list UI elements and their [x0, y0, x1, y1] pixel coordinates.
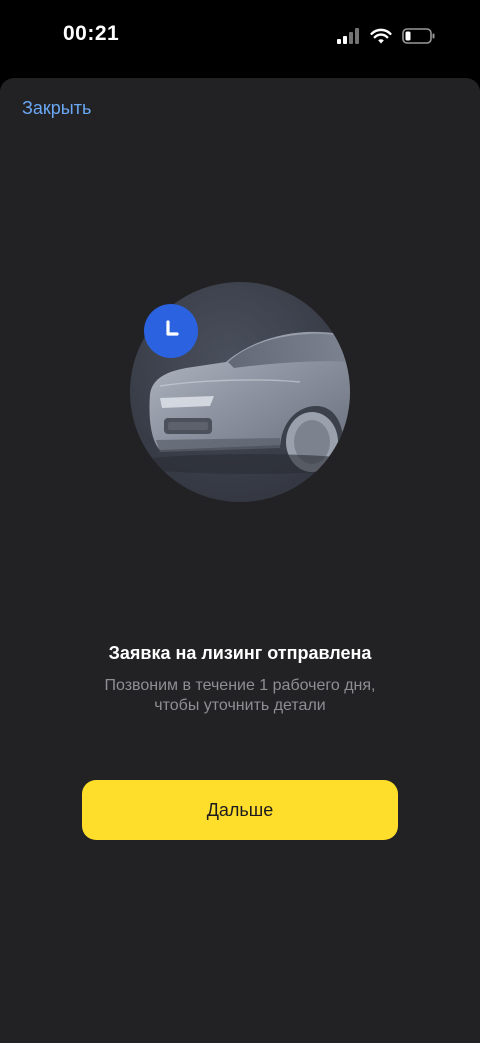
- status-icons: [336, 24, 436, 48]
- bottom-sheet: Закрыть: [0, 78, 480, 1043]
- next-button-label: Дальше: [206, 799, 274, 820]
- subtitle-line-2: чтобы уточнить детали: [154, 697, 326, 714]
- page-subtitle: Позвоним в течение 1 рабочего дня, чтобы…: [60, 676, 420, 716]
- status-time: 00:21: [63, 22, 120, 45]
- page-title: Заявка на лизинг отправлена: [108, 643, 372, 663]
- subtitle-line-1: Позвоним в течение 1 рабочего дня,: [104, 677, 376, 694]
- status-bar: 00:21: [0, 0, 480, 72]
- battery-icon: [402, 28, 435, 44]
- close-button[interactable]: Закрыть: [22, 98, 91, 119]
- cellular-signal-icon: [337, 28, 359, 44]
- next-button[interactable]: Дальше: [82, 780, 398, 840]
- clock-icon: [166, 320, 179, 336]
- leasing-illustration: [130, 282, 350, 502]
- clock-badge: [144, 304, 198, 358]
- wifi-icon: [370, 28, 392, 43]
